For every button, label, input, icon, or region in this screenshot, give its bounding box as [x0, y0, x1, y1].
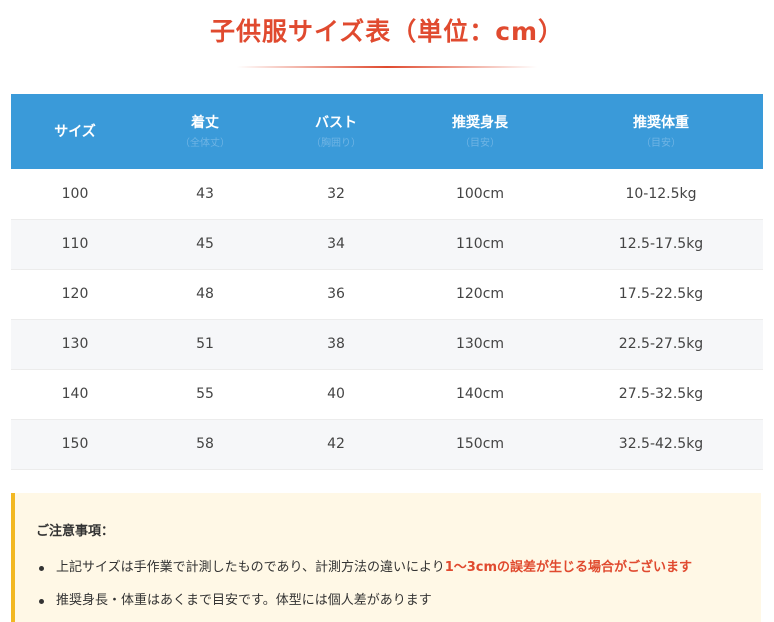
notice-item: 上記サイズは手作業で計測したものであり、計測方法の違いにより1～3cmの誤差が生…: [36, 559, 692, 577]
bullet-icon: [39, 566, 44, 571]
cell-size: 150: [61, 436, 89, 452]
table-row: 140 55 40 140cm 27.5-32.5kg: [11, 369, 763, 419]
cell-weight: 32.5-42.5kg: [618, 436, 704, 452]
cell-weight: 12.5-17.5kg: [618, 236, 704, 252]
notice-text: 推奨身長・体重はあくまで目安です。体型には個人差があります: [56, 593, 432, 608]
notice-item: 推奨身長・体重はあくまで目安です。体型には個人差があります: [36, 592, 692, 610]
cell-bust: 40: [327, 386, 345, 402]
header-length: 着丈 （全体丈）: [139, 94, 271, 169]
header-sublabel: （全体丈）: [180, 137, 230, 149]
table-row: 130 51 38 130cm 22.5-27.5kg: [11, 319, 763, 369]
cell-bust: 32: [327, 185, 345, 202]
cell-bust: 34: [327, 236, 345, 252]
notice-box: ご注意事項： 上記サイズは手作業で計測したものであり、計測方法の違いにより1～3…: [11, 493, 761, 622]
notice-list: 上記サイズは手作業で計測したものであり、計測方法の違いにより1～3cmの誤差が生…: [36, 559, 692, 610]
table-row: 100 43 32 100cm 10-12.5kg: [11, 169, 763, 219]
table-header: サイズ 着丈 （全体丈） バスト （胸囲り） 推奨身長 （目安） 推奨体重 （目…: [11, 94, 763, 169]
cell-weight: 22.5-27.5kg: [618, 336, 704, 352]
cell-weight: 17.5-22.5kg: [618, 286, 704, 302]
cell-weight: 10-12.5kg: [625, 185, 697, 202]
cell-height: 150cm: [455, 436, 505, 452]
cell-size: 100: [61, 185, 89, 202]
header-weight: 推奨体重 （目安）: [559, 94, 763, 169]
header-bust: バスト （胸囲り）: [271, 94, 401, 169]
header-size: サイズ: [11, 94, 139, 169]
page-title: 子供服サイズ表（単位：cm）: [209, 17, 565, 46]
header-label: 着丈: [191, 114, 219, 131]
header-sublabel: （胸囲り）: [311, 137, 361, 149]
cell-height: 120cm: [455, 286, 505, 302]
bullet-icon: [39, 599, 44, 604]
cell-height: 140cm: [455, 386, 505, 402]
cell-length: 43: [196, 185, 214, 202]
notice-text: 上記サイズは手作業で計測したものであり、計測方法の違いにより: [56, 560, 445, 575]
notice-title: ご注意事項：: [36, 524, 115, 539]
cell-height: 130cm: [455, 336, 505, 352]
header-label: バスト: [315, 114, 357, 131]
cell-height: 100cm: [455, 185, 505, 202]
size-table: サイズ 着丈 （全体丈） バスト （胸囲り） 推奨身長 （目安） 推奨体重 （目…: [11, 94, 763, 470]
header-height: 推奨身長 （目安）: [401, 94, 559, 169]
table-row: 110 45 34 110cm 12.5-17.5kg: [11, 219, 763, 269]
cell-size: 120: [61, 286, 89, 302]
header-sublabel: （目安）: [460, 137, 500, 149]
table-row: 150 58 42 150cm 32.5-42.5kg: [11, 419, 763, 469]
title-underline: [237, 66, 537, 68]
cell-length: 45: [196, 236, 214, 252]
cell-length: 51: [196, 336, 214, 352]
cell-size: 130: [61, 336, 89, 352]
table-body: 100 43 32 100cm 10-12.5kg 110 45 34 110c…: [11, 169, 763, 469]
header-label: 推奨身長: [452, 114, 508, 131]
cell-size: 140: [61, 386, 89, 402]
header-label: 推奨体重: [633, 114, 689, 131]
cell-length: 48: [196, 286, 214, 302]
notice-highlight: 1～3cmの誤差が生じる場合がございます: [444, 560, 693, 575]
table-header-row: サイズ 着丈 （全体丈） バスト （胸囲り） 推奨身長 （目安） 推奨体重 （目…: [11, 94, 763, 169]
cell-length: 55: [196, 386, 214, 402]
cell-length: 58: [196, 436, 214, 452]
header-label: サイズ: [54, 123, 96, 140]
table-row: 120 48 36 120cm 17.5-22.5kg: [11, 269, 763, 319]
cell-weight: 27.5-32.5kg: [618, 386, 704, 402]
cell-size: 110: [61, 236, 89, 252]
cell-height: 110cm: [455, 236, 505, 252]
cell-bust: 42: [327, 436, 345, 452]
header-sublabel: （目安）: [641, 137, 681, 149]
cell-bust: 36: [327, 286, 345, 302]
cell-bust: 38: [327, 336, 345, 352]
